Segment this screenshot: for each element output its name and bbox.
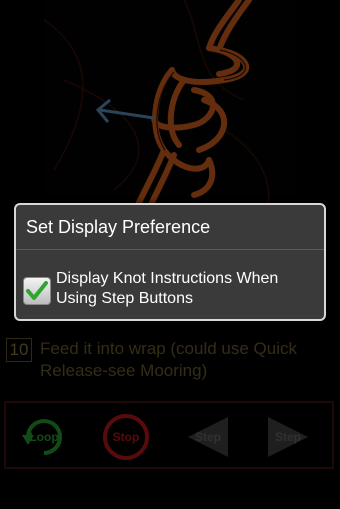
- display-preference-dialog: Set Display Preference Display Knot Inst…: [14, 203, 326, 321]
- display-instructions-label[interactable]: Display Knot Instructions When Using Ste…: [56, 269, 318, 309]
- dialog-title: Set Display Preference: [26, 217, 211, 237]
- display-instructions-checkbox[interactable]: [23, 277, 51, 305]
- dialog-divider: [16, 249, 324, 250]
- app-screen: 10 Feed it into wrap (could use Quick Re…: [0, 0, 340, 509]
- checkmark-icon: [26, 281, 48, 300]
